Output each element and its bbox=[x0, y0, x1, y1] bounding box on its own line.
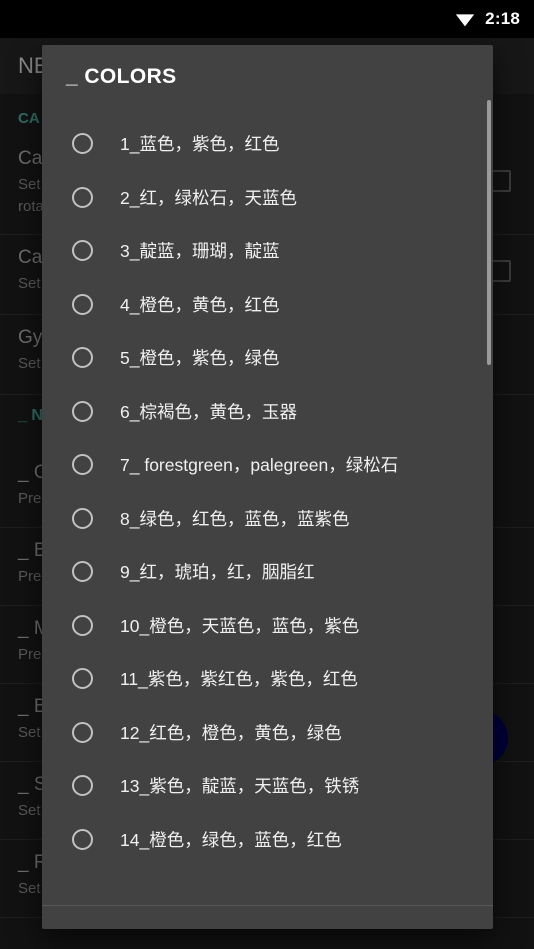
dialog-option-list[interactable]: 1_蓝色，紫色，红色 2_红，绿松石，天蓝色 3_靛蓝，珊瑚，靛蓝 4_橙色，黄… bbox=[42, 117, 493, 856]
radio-button-icon[interactable] bbox=[72, 240, 93, 261]
list-item-label: 1_蓝色，紫色，红色 bbox=[120, 134, 280, 154]
background-item-subtitle: Set bbox=[18, 176, 41, 193]
screen: 2:18 NE CA Ca Set rota Ca Set Gy Set _ N bbox=[0, 0, 534, 949]
background-item-title: Gy bbox=[18, 327, 43, 348]
cancel-button[interactable]: 取消 bbox=[417, 917, 471, 929]
background-item-subtitle: Pre bbox=[18, 490, 42, 507]
list-item[interactable]: 7_ forestgreen，palegreen，绿松石 bbox=[42, 438, 493, 491]
background-item-subtitle: Set bbox=[18, 355, 41, 372]
radio-button-icon[interactable] bbox=[72, 186, 93, 208]
list-item-label: 3_靛蓝，珊瑚，靛蓝 bbox=[120, 241, 280, 261]
list-item-label: 4_橙色，黄色，红色 bbox=[120, 294, 280, 315]
background-item-subtitle: Pre bbox=[18, 568, 42, 585]
radio-button-icon[interactable] bbox=[72, 721, 93, 743]
wifi-icon bbox=[456, 14, 475, 27]
background-item-subtitle-2: rota bbox=[18, 198, 44, 215]
list-item[interactable]: 5_橙色，紫色，绿色 bbox=[42, 331, 493, 384]
list-item[interactable]: 8_绿色，红色，蓝色，蓝紫色 bbox=[42, 492, 493, 545]
status-bar: 2:18 bbox=[0, 0, 534, 38]
background-item-title: _ N bbox=[18, 407, 43, 424]
radio-button-icon[interactable] bbox=[72, 561, 93, 582]
list-item[interactable]: 10_橙色，天蓝色，蓝色，紫色 bbox=[42, 599, 493, 652]
dialog-scrollbar-thumb[interactable] bbox=[487, 100, 491, 365]
list-item-label: 8_绿色，红色，蓝色，蓝紫色 bbox=[120, 508, 350, 529]
list-item-label: 11_紫色，紫红色，紫色，红色 bbox=[120, 669, 358, 689]
list-item[interactable]: 2_红，绿松石，天蓝色 bbox=[42, 171, 493, 224]
radio-button-icon[interactable] bbox=[72, 614, 93, 636]
background-section-header: CA bbox=[18, 110, 40, 127]
list-item[interactable]: 3_靛蓝，珊瑚，靛蓝 bbox=[42, 224, 493, 277]
list-item-label: 9_红，琥珀，红，胭脂红 bbox=[120, 562, 315, 582]
dialog-button-bar: 取消 bbox=[42, 906, 493, 929]
list-item[interactable]: 9_红，琥珀，红，胭脂红 bbox=[42, 545, 493, 598]
list-item-label: 5_橙色，紫色，绿色 bbox=[120, 348, 280, 368]
dialog-title: _ COLORS bbox=[66, 65, 177, 88]
colors-dialog: _ COLORS 1_蓝色，紫色，红色 2_红，绿松石，天蓝色 3_靛蓝，珊瑚，… bbox=[42, 45, 493, 929]
list-item[interactable]: 14_橙色，绿色，蓝色，红色 bbox=[42, 813, 493, 857]
list-item-label: 6_棕褐色，黄色，玉器 bbox=[120, 401, 297, 422]
list-item-label: 12_红色，橙色，黄色，绿色 bbox=[120, 722, 342, 743]
radio-button-icon[interactable] bbox=[72, 507, 93, 529]
background-item-title: Ca bbox=[18, 247, 43, 268]
list-item[interactable]: 11_紫色，紫红色，紫色，红色 bbox=[42, 652, 493, 705]
radio-button-icon[interactable] bbox=[72, 347, 93, 368]
radio-button-icon[interactable] bbox=[72, 454, 93, 475]
list-item-label: 7_ forestgreen，palegreen，绿松石 bbox=[120, 455, 399, 475]
list-item[interactable]: 12_红色，橙色，黄色，绿色 bbox=[42, 706, 493, 759]
background-item-title: Ca bbox=[18, 148, 43, 169]
background-item-subtitle: Pre bbox=[18, 646, 42, 663]
background-item-subtitle: Set bbox=[18, 275, 41, 292]
list-item-label: 10_橙色，天蓝色，蓝色，紫色 bbox=[120, 615, 360, 636]
radio-button-icon[interactable] bbox=[72, 293, 93, 315]
radio-button-icon[interactable] bbox=[72, 828, 93, 850]
background-item-subtitle: Set bbox=[18, 724, 41, 741]
background-item-subtitle: Set bbox=[18, 880, 41, 897]
radio-button-icon[interactable] bbox=[72, 775, 93, 796]
list-item[interactable]: 13_紫色，靛蓝，天蓝色，铁锈 bbox=[42, 759, 493, 812]
list-item[interactable]: 6_棕褐色，黄色，玉器 bbox=[42, 385, 493, 438]
list-item[interactable]: 4_橙色，黄色，红色 bbox=[42, 278, 493, 331]
list-item-label: 13_紫色，靛蓝，天蓝色，铁锈 bbox=[120, 776, 360, 796]
list-item-label: 2_红，绿松石，天蓝色 bbox=[120, 187, 297, 208]
radio-button-icon[interactable] bbox=[72, 400, 93, 422]
radio-button-icon[interactable] bbox=[72, 133, 93, 154]
status-bar-clock: 2:18 bbox=[485, 9, 520, 28]
background-item-subtitle: Set bbox=[18, 802, 41, 819]
list-item[interactable]: 1_蓝色，紫色，红色 bbox=[42, 117, 493, 170]
radio-button-icon[interactable] bbox=[72, 668, 93, 689]
list-item-label: 14_橙色，绿色，蓝色，红色 bbox=[120, 829, 342, 850]
